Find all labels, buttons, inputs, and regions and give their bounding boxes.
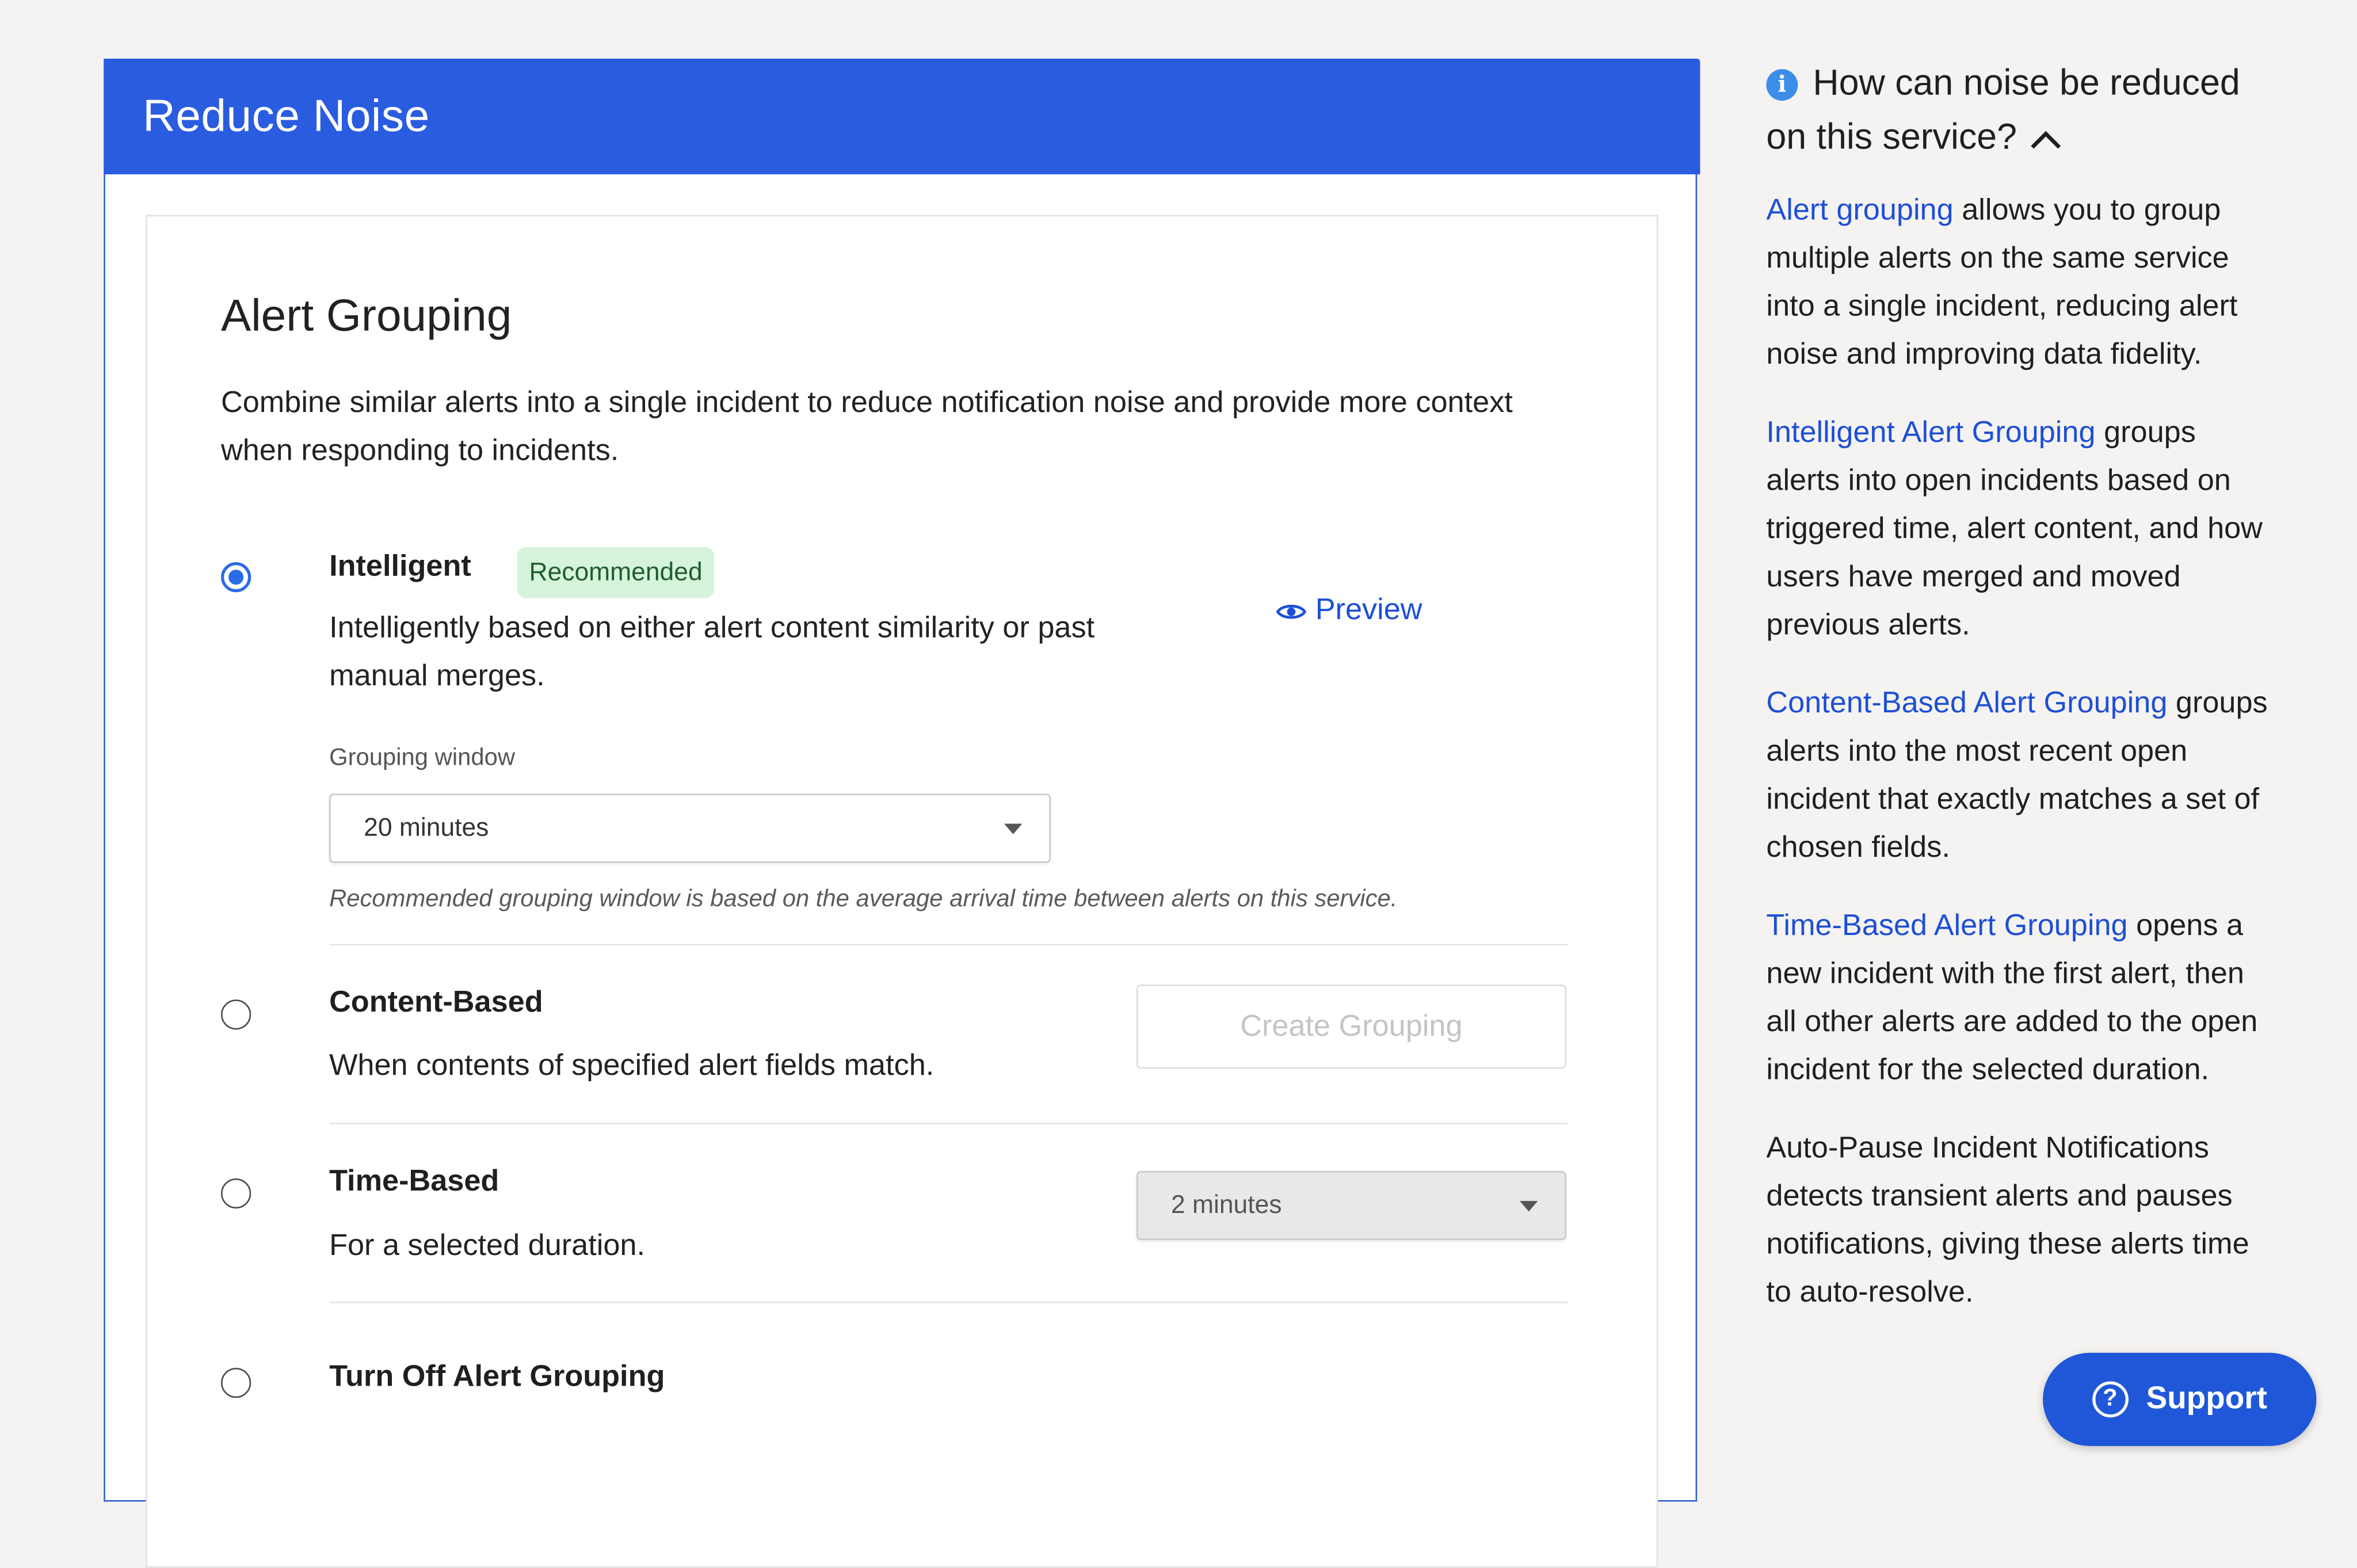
divider (329, 944, 1568, 946)
panel-title: Reduce Noise (143, 91, 430, 142)
grouping-window-hint: Recommended grouping window is based on … (329, 887, 1398, 913)
divider (329, 1302, 1568, 1303)
preview-label: Preview (1315, 593, 1422, 627)
radio-turn-off[interactable] (221, 1368, 251, 1398)
help-paragraph: Intelligent Alert Grouping groups alerts… (1766, 416, 2263, 642)
support-label: Support (2146, 1381, 2267, 1416)
help-heading-toggle[interactable]: i How can noise be reduced on this servic… (1766, 57, 2277, 165)
recommended-badge: Recommended (517, 547, 715, 598)
radio-intelligent[interactable] (221, 562, 251, 593)
panel-header: Reduce Noise (104, 58, 1700, 175)
divider (329, 1123, 1568, 1124)
content-based-alert-grouping-link[interactable]: Content-Based Alert Grouping (1766, 687, 2167, 720)
grouping-window-value: 20 minutes (364, 813, 489, 842)
chevron-down-icon (1519, 1201, 1538, 1212)
option-time-description: For a selected duration. (329, 1229, 645, 1263)
help-paragraph: Content-Based Alert Grouping groups aler… (1766, 686, 2268, 865)
option-content-title: Content-Based (329, 986, 543, 1020)
grouping-window-select[interactable]: 20 minutes (329, 793, 1051, 863)
grouping-window-label: Grouping window (329, 745, 516, 772)
chevron-up-icon (2030, 130, 2061, 148)
radio-time-based[interactable] (221, 1178, 251, 1209)
option-content-description: When contents of specified alert fields … (329, 1049, 935, 1082)
section-description: Combine similar alerts into a single inc… (221, 386, 1513, 468)
option-off-title: Turn Off Alert Grouping (329, 1360, 665, 1394)
section-title: Alert Grouping (221, 291, 512, 341)
option-time-title: Time-Based (329, 1165, 499, 1198)
support-button[interactable]: ? Support (2043, 1353, 2317, 1446)
preview-link[interactable]: Preview (1276, 594, 1422, 628)
chevron-down-icon (1004, 823, 1023, 834)
help-question-icon: ? (2092, 1381, 2129, 1418)
intelligent-alert-grouping-link[interactable]: Intelligent Alert Grouping (1766, 417, 2095, 449)
radio-content-based[interactable] (221, 999, 251, 1030)
help-sidebar: i How can noise be reduced on this servic… (1766, 57, 2277, 1317)
time-duration-value: 2 minutes (1170, 1190, 1282, 1219)
eye-icon (1276, 604, 1307, 619)
info-icon: i (1766, 69, 1798, 101)
help-paragraph: Auto-Pause Incident Notifications detect… (1766, 1132, 2249, 1310)
help-paragraph: Alert grouping allows you to group multi… (1766, 193, 2238, 372)
create-grouping-button[interactable]: Create Grouping (1136, 985, 1566, 1069)
time-duration-select[interactable]: 2 minutes (1136, 1170, 1566, 1241)
time-based-alert-grouping-link[interactable]: Time-Based Alert Grouping (1766, 909, 2127, 942)
help-heading: How can noise be reduced on this service… (1766, 63, 2240, 158)
option-intelligent-description: Intelligently based on either alert cont… (329, 612, 1095, 693)
help-paragraph: Time-Based Alert Grouping opens a new in… (1766, 909, 2258, 1087)
alert-grouping-link[interactable]: Alert grouping (1766, 194, 1953, 227)
option-intelligent-title: Intelligent (329, 550, 471, 583)
reduce-noise-panel: Reduce Noise Alert Grouping Combine simi… (104, 58, 1700, 1568)
alert-grouping-card: Alert Grouping Combine similar alerts in… (146, 215, 1658, 1568)
